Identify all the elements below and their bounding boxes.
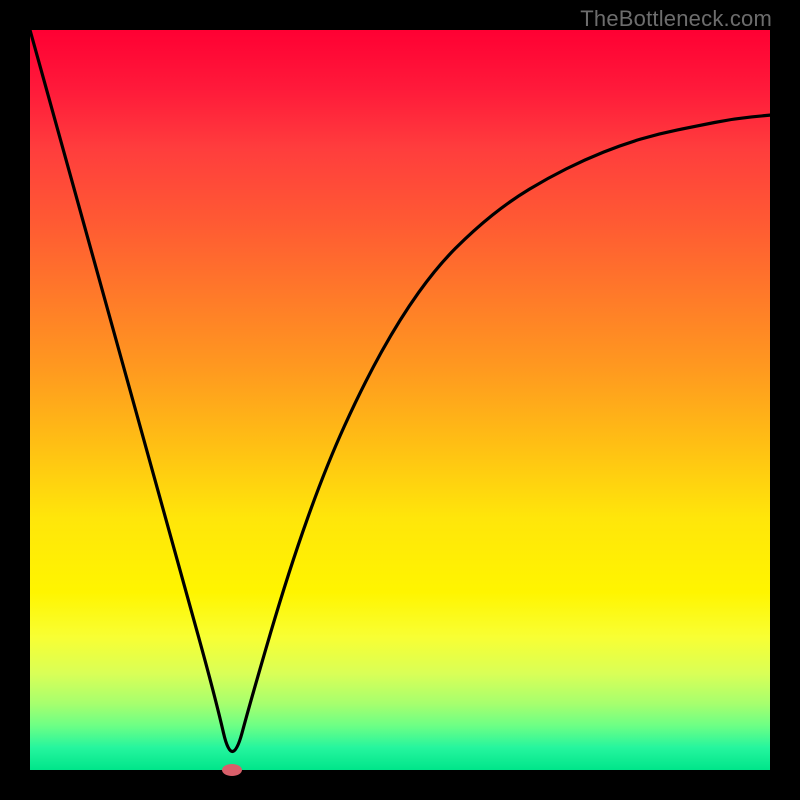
watermark-text: TheBottleneck.com bbox=[580, 6, 772, 32]
chart-frame: TheBottleneck.com bbox=[0, 0, 800, 800]
bottleneck-curve bbox=[30, 30, 770, 770]
plot-area bbox=[30, 30, 770, 770]
minimum-marker bbox=[222, 764, 242, 776]
